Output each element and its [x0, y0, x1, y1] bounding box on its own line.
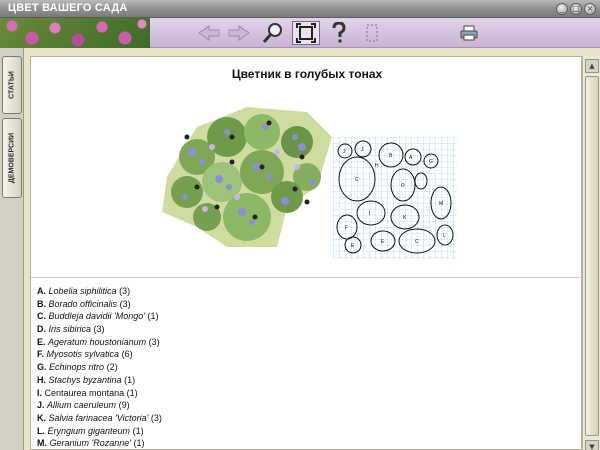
- header-flower-photo: [0, 18, 150, 48]
- print-button[interactable]: [458, 21, 480, 45]
- plant-count: (3): [93, 324, 105, 335]
- plant-letter: M.: [37, 438, 47, 449]
- plant-count: (9): [118, 400, 130, 411]
- side-tab-bar: СТАТЬИ ДЕМОВЕРСИИ: [0, 48, 24, 450]
- list-item: G. Echinops ritro (2): [37, 361, 162, 374]
- planting-plan: J J H B A C D M I K F G E E C L: [333, 137, 457, 259]
- plant-letter: K.: [37, 412, 46, 423]
- section-divider: [31, 277, 583, 278]
- plant-count: (1): [147, 311, 159, 322]
- list-item: F. Myosotis sylvatica (6): [37, 348, 162, 361]
- plant-name: Lobelia siphilitica: [48, 286, 117, 296]
- list-item: J. Allium caeruleum (9): [37, 399, 162, 412]
- plant-name: Buddleja davidii 'Mongo': [48, 311, 146, 322]
- plant-name: Ageratum houstonianum: [48, 336, 147, 347]
- list-item: L. Eryngium giganteum (1): [37, 425, 162, 438]
- plant-letter: J.: [37, 400, 45, 411]
- plant-letter: H.: [37, 374, 46, 385]
- plant-letter: D.: [37, 324, 46, 335]
- plant-count: (1): [132, 425, 144, 436]
- plant-name: Centaurea montana: [44, 387, 125, 398]
- toolbar: [150, 18, 600, 48]
- tab-demo-label: ДЕМОВЕРСИИ: [8, 132, 16, 184]
- plan-label: M: [439, 201, 443, 207]
- printer-icon: [460, 25, 478, 41]
- list-item: E. Ageratum houstonianum (3): [37, 336, 162, 349]
- forward-button[interactable]: [226, 21, 252, 45]
- arrow-left-icon: [198, 25, 220, 41]
- plant-name: Borado officinalis: [48, 298, 118, 309]
- plan-label: I: [369, 211, 370, 217]
- plant-count: (3): [119, 286, 131, 296]
- plant-name: Geranium 'Rozanne': [49, 438, 131, 449]
- tab-demo[interactable]: ДЕМОВЕРСИИ: [2, 118, 22, 198]
- select-area-button[interactable]: [362, 21, 382, 45]
- plan-label: L: [443, 233, 446, 239]
- title-bar: ЦВЕТ ВАШЕГО САДА _ □ ×: [0, 0, 600, 18]
- plan-label: D: [401, 183, 405, 189]
- plant-name: Iris sibirica: [48, 324, 92, 335]
- scroll-down-button[interactable]: ▼: [585, 440, 599, 450]
- plant-letter: A.: [37, 286, 46, 296]
- help-button[interactable]: [328, 21, 350, 45]
- plant-name: Allium caeruleum: [47, 400, 117, 411]
- plant-name: Echinops ritro: [49, 362, 105, 373]
- plant-list: A. Lobelia siphilitica (3) B. Borado off…: [37, 285, 162, 450]
- plant-letter: L.: [37, 425, 45, 436]
- back-button[interactable]: [196, 21, 222, 45]
- plant-name: Salvia farinacea 'Victoria': [48, 412, 149, 423]
- list-item: D. Iris sibirica (3): [37, 323, 162, 336]
- plant-name: Eryngium giganteum: [47, 425, 131, 436]
- plan-label: G: [429, 159, 433, 165]
- fullscreen-icon: [296, 23, 316, 43]
- plan-label: C: [355, 177, 359, 183]
- plant-count: (1): [126, 387, 138, 398]
- scroll-thumb[interactable]: [585, 76, 599, 436]
- scroll-up-button[interactable]: ▲: [585, 59, 599, 73]
- plant-name: Myosotis sylvatica: [46, 349, 120, 360]
- plan-label: C: [415, 239, 419, 245]
- arrow-right-icon: [228, 25, 250, 41]
- plant-letter: G.: [37, 362, 47, 373]
- tab-articles-label: СТАТЬИ: [8, 71, 16, 99]
- list-item: M. Geranium 'Rozanne' (1): [37, 437, 162, 450]
- vertical-scrollbar[interactable]: ▲ ▼: [582, 56, 600, 450]
- list-item: C. Buddleja davidii 'Mongo' (1): [37, 310, 162, 323]
- plant-count: (6): [121, 349, 133, 360]
- list-item: I. Centaurea montana (1): [37, 387, 162, 400]
- list-item: H. Stachys byzantina (1): [37, 374, 162, 387]
- tab-articles[interactable]: СТАТЬИ: [2, 56, 22, 114]
- close-button[interactable]: ×: [584, 3, 596, 15]
- plant-count: (3): [150, 412, 162, 423]
- plan-label: H: [375, 163, 379, 169]
- plan-label: F: [345, 225, 348, 231]
- list-item: B. Borado officinalis (3): [37, 298, 162, 311]
- dashed-frame-icon: [366, 24, 378, 42]
- plant-count: (2): [106, 362, 118, 373]
- list-item: A. Lobelia siphilitica (3): [37, 285, 162, 298]
- list-item: K. Salvia farinacea 'Victoria' (3): [37, 412, 162, 425]
- page-title: Цветник в голубых тонах: [231, 67, 383, 81]
- plant-letter: C.: [37, 311, 46, 322]
- window-title: ЦВЕТ ВАШЕГО САДА: [8, 2, 128, 14]
- fullscreen-button[interactable]: [292, 21, 320, 45]
- plant-letter: I.: [37, 387, 43, 398]
- maximize-button[interactable]: □: [570, 3, 582, 15]
- plant-letter: F.: [37, 349, 45, 360]
- garden-illustration: [162, 107, 332, 247]
- magnifier-icon: [262, 23, 282, 43]
- plant-name: Stachys byzantina: [48, 374, 122, 385]
- question-mark-icon: [332, 22, 346, 43]
- plant-letter: B.: [37, 298, 46, 309]
- plant-count: (3): [119, 298, 131, 309]
- plant-letter: E.: [37, 336, 46, 347]
- search-button[interactable]: [260, 21, 286, 45]
- content-panel: Цветник в голубых тонах J J H B A C D M …: [30, 56, 583, 450]
- plant-count: (1): [133, 438, 145, 449]
- plant-count: (1): [124, 374, 136, 385]
- minimize-button[interactable]: _: [556, 3, 568, 15]
- plant-count: (3): [148, 336, 160, 347]
